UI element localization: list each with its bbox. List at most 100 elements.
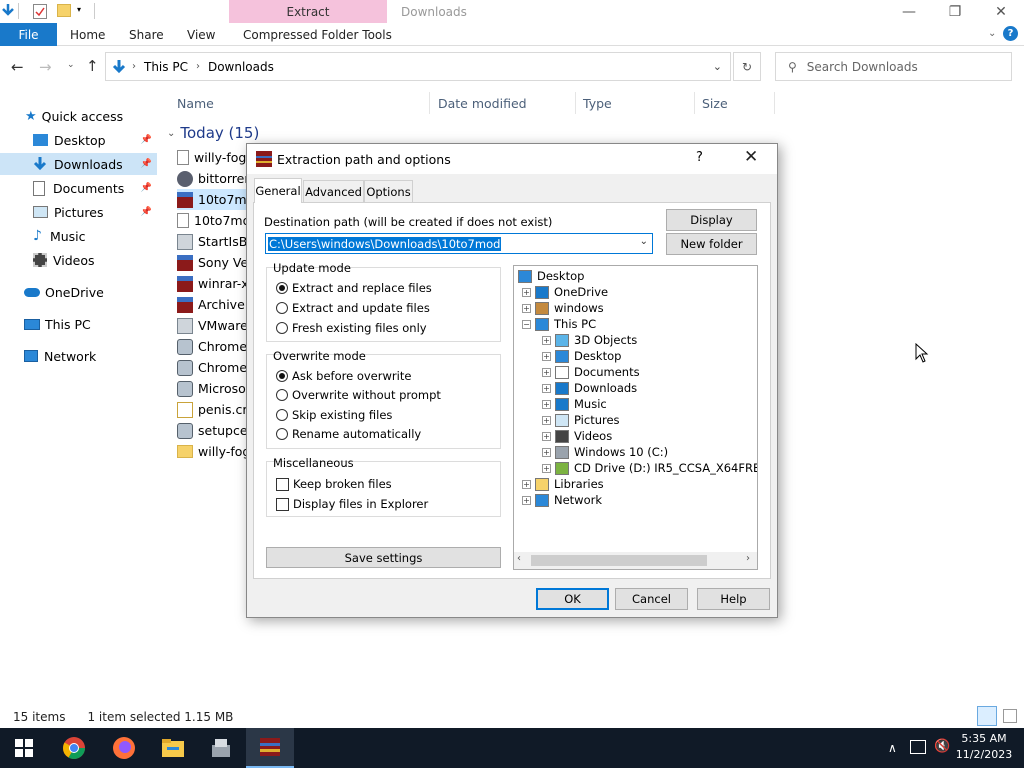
- nav-quick-access[interactable]: ★ Quick access: [0, 105, 157, 127]
- column-separator[interactable]: [694, 92, 695, 114]
- tree-node[interactable]: + Desktop: [542, 348, 621, 364]
- tree-node[interactable]: + Windows 10 (C:): [542, 444, 668, 460]
- tree-node[interactable]: + Downloads: [542, 380, 637, 396]
- minimize-button[interactable]: —: [886, 0, 932, 23]
- search-box[interactable]: ⚲ Search Downloads: [775, 52, 1012, 81]
- expand-icon[interactable]: +: [542, 415, 551, 425]
- taskbar-file-explorer[interactable]: [149, 728, 197, 768]
- expand-icon[interactable]: +: [542, 367, 551, 377]
- column-separator[interactable]: [429, 92, 430, 114]
- close-window-button[interactable]: ✕: [978, 0, 1024, 23]
- expand-icon[interactable]: +: [542, 351, 551, 361]
- destination-path-combobox[interactable]: C:\Users\windows\Downloads\10to7mod ⌄: [265, 233, 653, 254]
- new-folder-button[interactable]: New folder: [666, 233, 757, 255]
- help-button[interactable]: Help: [697, 588, 770, 610]
- file-row[interactable]: VMware-: [177, 315, 257, 336]
- tree-node[interactable]: + Libraries: [522, 476, 604, 492]
- nav-desktop[interactable]: Desktop 📌: [0, 129, 157, 151]
- group-header-today[interactable]: ⌄ Today (15): [167, 124, 259, 142]
- tab-file[interactable]: File: [0, 23, 57, 46]
- refresh-button[interactable]: ↻: [733, 52, 761, 81]
- checkbox-keep-broken-files[interactable]: Keep broken files: [276, 477, 392, 491]
- file-row[interactable]: Microsoft: [177, 378, 257, 399]
- tab-home[interactable]: Home: [70, 23, 105, 46]
- column-type[interactable]: Type: [583, 96, 612, 111]
- file-row[interactable]: Sony Vegas: [177, 252, 257, 273]
- expand-icon[interactable]: +: [542, 399, 551, 409]
- taskbar-clock[interactable]: 5:35 AM 11/2/2023: [950, 731, 1018, 763]
- file-row[interactable]: Archive.rar: [177, 294, 257, 315]
- file-row[interactable]: ChromeS: [177, 357, 257, 378]
- tree-node[interactable]: + Music: [542, 396, 607, 412]
- file-row[interactable]: willy-fog: [177, 441, 257, 462]
- tab-advanced[interactable]: Advanced: [303, 180, 364, 202]
- tree-node[interactable]: + Documents: [542, 364, 640, 380]
- file-row[interactable]: 10to7mod: [177, 189, 257, 210]
- dialog-close-icon[interactable]: ✕: [744, 147, 758, 167]
- display-button[interactable]: Display: [666, 209, 757, 231]
- nav-this-pc[interactable]: This PC: [0, 313, 157, 335]
- radio-skip-existing[interactable]: Skip existing files: [276, 408, 392, 422]
- file-row[interactable]: winrar-x64: [177, 273, 257, 294]
- scroll-right-icon[interactable]: ›: [746, 553, 750, 564]
- tree-node[interactable]: + CD Drive (D:) IR5_CCSA_X64FRE_EN: [542, 460, 757, 476]
- expand-icon[interactable]: +: [522, 287, 531, 297]
- tree-node[interactable]: +3D Objects: [542, 332, 637, 348]
- radio-overwrite-without-prompt[interactable]: Overwrite without prompt: [276, 388, 441, 402]
- expand-icon[interactable]: +: [542, 431, 551, 441]
- start-button[interactable]: [0, 728, 48, 768]
- file-row[interactable]: setupcert: [177, 420, 257, 441]
- expand-icon[interactable]: +: [522, 495, 531, 505]
- tree-node[interactable]: + Network: [522, 492, 602, 508]
- file-row[interactable]: ChromeS: [177, 336, 257, 357]
- nav-videos[interactable]: Videos: [0, 249, 157, 271]
- show-hidden-icons-icon[interactable]: ∧: [888, 741, 897, 755]
- maximize-button[interactable]: ❐: [932, 0, 978, 23]
- nav-downloads[interactable]: Downloads 📌: [0, 153, 157, 175]
- new-folder-icon[interactable]: [57, 4, 71, 17]
- properties-icon[interactable]: [33, 4, 47, 19]
- column-separator[interactable]: [575, 92, 576, 114]
- address-dropdown-icon[interactable]: ⌄: [713, 60, 722, 73]
- recent-locations-chevron-icon[interactable]: ⌄: [67, 60, 75, 70]
- taskbar-firefox[interactable]: [100, 728, 148, 768]
- nav-onedrive[interactable]: OneDrive: [0, 281, 157, 303]
- back-arrow-icon[interactable]: ←: [11, 58, 24, 76]
- save-settings-button[interactable]: Save settings: [266, 547, 501, 568]
- column-name[interactable]: Name: [177, 96, 214, 111]
- tree-node[interactable]: + Videos: [542, 428, 612, 444]
- tree-node[interactable]: − This PC: [522, 316, 596, 332]
- tree-node[interactable]: + windows: [522, 300, 604, 316]
- column-date-modified[interactable]: Date modified: [438, 96, 527, 111]
- large-icons-view-icon[interactable]: [1003, 709, 1017, 723]
- collapse-icon[interactable]: −: [522, 319, 531, 329]
- checkbox-display-in-explorer[interactable]: Display files in Explorer: [276, 497, 428, 511]
- tree-node[interactable]: + OneDrive: [522, 284, 608, 300]
- tab-compressed-folder-tools[interactable]: Compressed Folder Tools: [243, 23, 392, 46]
- tab-view[interactable]: View: [187, 23, 215, 46]
- taskbar-winrar[interactable]: [246, 728, 294, 768]
- radio-extract-update[interactable]: Extract and update files: [276, 301, 430, 315]
- column-separator[interactable]: [774, 92, 775, 114]
- qat-dropdown-icon[interactable]: ▾: [77, 5, 81, 14]
- expand-icon[interactable]: +: [542, 463, 551, 473]
- radio-ask-before-overwrite[interactable]: Ask before overwrite: [276, 369, 411, 383]
- dropdown-arrow-icon[interactable]: ⌄: [640, 236, 648, 247]
- cancel-button[interactable]: Cancel: [615, 588, 688, 610]
- forward-arrow-icon[interactable]: →: [39, 58, 52, 76]
- tree-node[interactable]: + Pictures: [542, 412, 620, 428]
- details-view-icon[interactable]: [977, 706, 997, 726]
- up-arrow-icon[interactable]: ↑: [86, 57, 99, 75]
- tab-share[interactable]: Share: [129, 23, 164, 46]
- nav-pictures[interactable]: Pictures 📌: [0, 201, 157, 223]
- expand-icon[interactable]: +: [522, 479, 531, 489]
- address-bar[interactable]: › This PC › Downloads ⌄: [105, 52, 731, 81]
- file-row[interactable]: bittorrent: [177, 168, 257, 189]
- ribbon-expand-icon[interactable]: ⌄: [988, 28, 996, 39]
- radio-extract-replace[interactable]: Extract and replace files: [276, 281, 432, 295]
- tab-options[interactable]: Options: [364, 180, 413, 202]
- taskbar-chrome[interactable]: [50, 728, 98, 768]
- radio-rename-automatically[interactable]: Rename automatically: [276, 427, 421, 441]
- file-row[interactable]: penis.crt: [177, 399, 257, 420]
- folder-tree[interactable]: Desktop + OneDrive + windows − This PC +3D Obje…: [513, 265, 758, 570]
